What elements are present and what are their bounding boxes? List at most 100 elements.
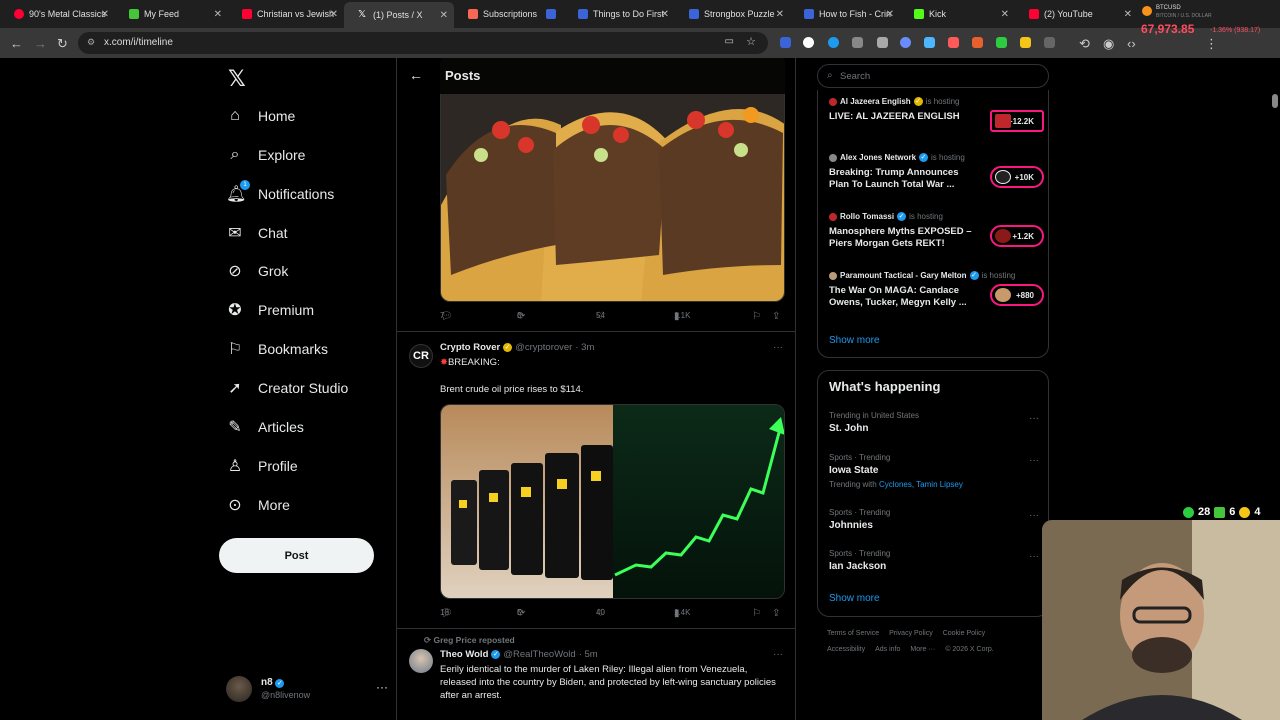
extension-icon[interactable] bbox=[780, 37, 791, 48]
verified-badge-icon: ✓ bbox=[897, 212, 907, 221]
extension-icon[interactable] bbox=[900, 37, 911, 48]
more-options-icon[interactable]: ··· bbox=[773, 342, 783, 353]
post-image-tacos[interactable] bbox=[440, 58, 785, 302]
post-author[interactable]: Theo Wold ✓ @RealTheoWold · 5m bbox=[440, 649, 598, 660]
extension-icon[interactable] bbox=[852, 37, 863, 48]
extension-icon[interactable] bbox=[1020, 37, 1031, 48]
nav-more[interactable]: ⊙ More bbox=[226, 490, 290, 520]
close-tab-icon[interactable]: ✕ bbox=[661, 9, 669, 20]
live-item[interactable]: Alex Jones Network ✓ is hosting Breaking: … bbox=[829, 153, 1044, 201]
site-settings-icon[interactable]: ⚙ bbox=[87, 37, 95, 48]
live-item[interactable]: Paramount Tactical - Gary Melton ✓ is host… bbox=[829, 271, 1044, 319]
more-options-icon[interactable]: ··· bbox=[773, 649, 783, 660]
puzzle-icon[interactable] bbox=[1044, 37, 1055, 48]
close-tab-icon[interactable]: ✕ bbox=[330, 9, 338, 20]
footer-link[interactable]: Accessibility bbox=[827, 646, 865, 653]
show-more-link[interactable]: Show more bbox=[829, 593, 880, 604]
scrollbar-thumb[interactable] bbox=[1272, 94, 1278, 108]
tab-subscriptions[interactable]: Subscriptions bbox=[454, 4, 564, 24]
close-tab-icon[interactable]: ✕ bbox=[214, 9, 222, 20]
tab-how-to-fish[interactable]: How to Fish - Crin ✕ bbox=[790, 4, 900, 24]
live-listeners-button[interactable]: +10K bbox=[990, 166, 1044, 188]
cast-icon[interactable]: ▭ bbox=[725, 36, 734, 47]
back-arrow-icon[interactable]: ← bbox=[10, 36, 23, 51]
close-tab-icon[interactable]: ✕ bbox=[1124, 9, 1132, 20]
post-image-oil[interactable] bbox=[440, 404, 785, 599]
extension-icon[interactable] bbox=[828, 37, 839, 48]
trend-item[interactable]: Sports · Trending Iowa State Trending wi… bbox=[829, 453, 1039, 495]
live-item[interactable]: Al Jazeera English ✓ is hosting LIVE: AL J… bbox=[829, 97, 1044, 145]
live-listeners-button[interactable]: +1.2K bbox=[990, 225, 1044, 247]
live-listeners-button[interactable]: +880 bbox=[990, 284, 1044, 306]
profile-icon[interactable]: ◉ bbox=[1103, 36, 1114, 52]
extension-icon[interactable] bbox=[924, 37, 935, 48]
mail-icon: ✉ bbox=[228, 225, 242, 242]
url-field[interactable]: ⚙ x.com/i/timeline ▭ ☆ bbox=[78, 32, 768, 54]
avatar bbox=[226, 676, 252, 702]
more-options-icon[interactable]: ··· bbox=[1029, 551, 1039, 562]
nav-creator-studio[interactable]: ➚ Creator Studio bbox=[226, 373, 348, 403]
close-tab-icon[interactable]: ✕ bbox=[886, 9, 894, 20]
nav-profile[interactable]: ♙ Profile bbox=[226, 451, 298, 481]
more-options-icon[interactable]: ··· bbox=[1029, 413, 1039, 424]
post-button[interactable]: Post bbox=[219, 538, 374, 573]
nav-notifications[interactable]: 🔔︎ 1 Notifications bbox=[226, 179, 334, 209]
avatar[interactable] bbox=[409, 649, 433, 673]
nav-articles[interactable]: ✎ Articles bbox=[226, 412, 304, 442]
trend-item[interactable]: Sports · Trending Ian Jackson ··· bbox=[829, 549, 1039, 585]
footer-link[interactable]: Cookie Policy bbox=[943, 630, 985, 637]
tab-christian-vs-jewish[interactable]: Christian vs Jewish ✕ bbox=[228, 4, 344, 24]
live-item[interactable]: Rollo Tomassi ✓ is hosting Manosphere Myth… bbox=[829, 212, 1044, 260]
close-tab-icon[interactable]: ✕ bbox=[440, 10, 448, 21]
tab-things-to-do[interactable]: Things to Do First ✕ bbox=[564, 4, 675, 24]
post-author[interactable]: Crypto Rover ✓ @cryptorover · 3m bbox=[440, 342, 594, 353]
whats-happening-card: What's happening Trending in United Stat… bbox=[817, 370, 1049, 617]
trend-item[interactable]: Sports · Trending Johnnies ··· bbox=[829, 508, 1039, 544]
extension-icon[interactable] bbox=[972, 37, 983, 48]
account-switcher[interactable]: n8 ✓ @n8livenow ··· bbox=[226, 676, 388, 710]
tab-my-feed[interactable]: My Feed ✕ bbox=[115, 4, 228, 24]
notification-badge: 1 bbox=[240, 180, 250, 190]
footer-link[interactable]: Terms of Service bbox=[827, 630, 879, 637]
footer-link[interactable]: More ··· bbox=[910, 646, 935, 653]
shield-icon[interactable] bbox=[996, 37, 1007, 48]
reload-icon[interactable]: ↻ bbox=[57, 36, 68, 52]
footer-link[interactable]: Ads info bbox=[875, 646, 900, 653]
close-tab-icon[interactable]: ✕ bbox=[776, 9, 784, 20]
tab-kick[interactable]: Kick ✕ bbox=[900, 4, 1015, 24]
nav-bookmarks[interactable]: ⚐ Bookmarks bbox=[226, 334, 328, 364]
close-tab-icon[interactable]: ✕ bbox=[1001, 9, 1009, 20]
nav-home[interactable]: ⌂ Home bbox=[226, 101, 295, 131]
nav-premium[interactable]: ✪ Premium bbox=[226, 295, 314, 325]
x-logo-icon: 𝕏 bbox=[358, 9, 367, 20]
avatar[interactable]: CR bbox=[409, 344, 433, 368]
forward-arrow-icon[interactable]: → bbox=[34, 36, 47, 51]
x-logo-icon[interactable]: 𝕏 bbox=[228, 66, 246, 92]
tab-posts-x[interactable]: 𝕏 (1) Posts / X ✕ bbox=[344, 2, 454, 28]
extension-icon[interactable] bbox=[877, 37, 888, 48]
live-listeners-button[interactable]: +12.2K bbox=[990, 110, 1044, 132]
more-options-icon[interactable]: ··· bbox=[1029, 510, 1039, 521]
back-arrow-icon[interactable]: ← bbox=[409, 67, 423, 83]
close-tab-icon[interactable]: ✕ bbox=[101, 9, 109, 20]
extension-icon[interactable] bbox=[948, 37, 959, 48]
chrome-icon[interactable] bbox=[803, 37, 814, 48]
tacos-illustration bbox=[441, 58, 784, 301]
show-more-link[interactable]: Show more bbox=[829, 335, 880, 346]
trend-item[interactable]: Trending in United States St. John ··· bbox=[829, 411, 1039, 447]
tab-90s-metal[interactable]: 90's Metal Classics ✕ bbox=[0, 4, 115, 24]
tab-strongbox-puzzle[interactable]: Strongbox Puzzle ✕ bbox=[675, 4, 790, 24]
post-text: ✸BREAKING: bbox=[440, 357, 500, 368]
more-options-icon[interactable]: ··· bbox=[376, 680, 388, 694]
history-icon[interactable]: ⟲ bbox=[1079, 36, 1090, 52]
verified-badge-icon: ✓ bbox=[919, 153, 929, 162]
star-icon[interactable]: ☆ bbox=[746, 35, 756, 48]
nav-grok[interactable]: ⊘ Grok bbox=[226, 256, 288, 286]
search-input[interactable]: ⌕ Search bbox=[817, 64, 1049, 88]
nav-chat[interactable]: ✉ Chat bbox=[226, 218, 287, 248]
footer-link[interactable]: Privacy Policy bbox=[889, 630, 933, 637]
nav-explore[interactable]: ⌕ Explore bbox=[226, 140, 306, 170]
tab-youtube[interactable]: (2) YouTube ✕ bbox=[1015, 4, 1138, 24]
devtools-icon[interactable]: ‹› bbox=[1127, 36, 1136, 51]
more-options-icon[interactable]: ··· bbox=[1029, 455, 1039, 466]
